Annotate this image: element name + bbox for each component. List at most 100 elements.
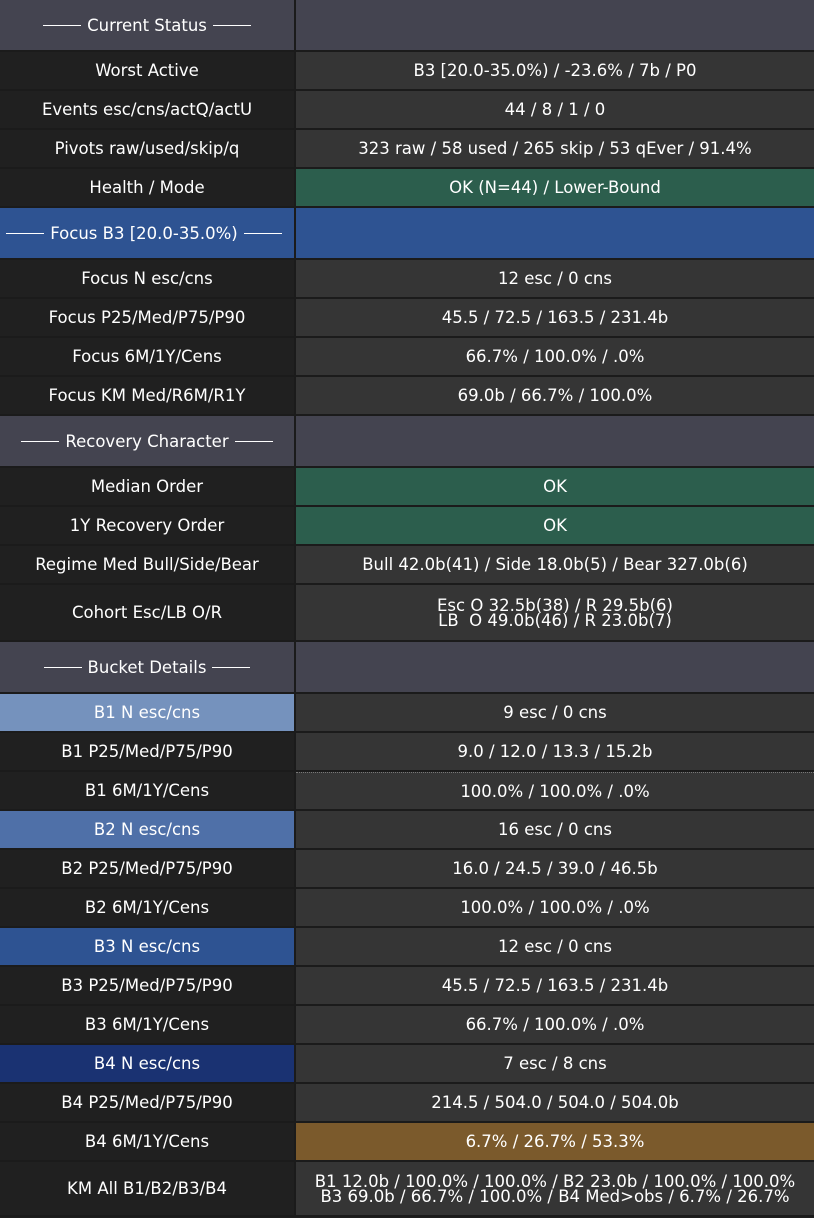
row-label: Focus P25/Med/P75/P90 (0, 299, 296, 336)
row-label: B2 6M/1Y/Cens (0, 889, 296, 926)
table-row: B4 6M/1Y/Cens 6.7% / 26.7% / 53.3% (0, 1123, 814, 1162)
table-row: Focus KM Med/R6M/R1Y 69.0b / 66.7% / 100.… (0, 377, 814, 416)
row-label: B1 N esc/cns (0, 694, 296, 731)
table-row: B1 N esc/cns 9 esc / 0 cns (0, 694, 814, 733)
section-header: Bucket Details (0, 642, 814, 694)
row-label: B3 P25/Med/P75/P90 (0, 967, 296, 1004)
table-row: B1 P25/Med/P75/P90 9.0 / 12.0 / 13.3 / 15… (0, 733, 814, 772)
section-title-text: Current Status (87, 15, 207, 35)
row-label: B3 N esc/cns (0, 928, 296, 965)
row-value-line: B3 69.0b / 66.7% / 100.0% / B4 Med>obs /… (320, 1186, 790, 1206)
header-rule (21, 440, 60, 442)
header-rule (234, 440, 273, 442)
table-row: Regime Med Bull/Side/Bear Bull 42.0b(41) … (0, 546, 814, 585)
header-rule (43, 666, 82, 668)
table-row: Focus P25/Med/P75/P90 45.5 / 72.5 / 163.5… (0, 299, 814, 338)
section-header: Current Status (0, 0, 814, 52)
row-value: OK (N=44) / Lower-Bound (296, 169, 814, 206)
row-value-line: LB O 49.0b(46) / R 23.0b(7) (438, 610, 672, 630)
table-row: B3 6M/1Y/Cens 66.7% / 100.0% / .0% (0, 1006, 814, 1045)
header-rule (6, 232, 45, 234)
row-label: B2 P25/Med/P75/P90 (0, 850, 296, 887)
row-value: 12 esc / 0 cns (296, 928, 814, 965)
table-row: B4 N esc/cns 7 esc / 8 cns (0, 1045, 814, 1084)
row-value: OK (296, 468, 814, 505)
row-value: OK (296, 507, 814, 544)
row-label: Focus N esc/cns (0, 260, 296, 297)
row-label: Events esc/cns/actQ/actU (0, 91, 296, 128)
row-value: 66.7% / 100.0% / .0% (296, 338, 814, 375)
row-value: 12 esc / 0 cns (296, 260, 814, 297)
row-value: 45.5 / 72.5 / 163.5 / 231.4b (296, 299, 814, 336)
table-row: Health / Mode OK (N=44) / Lower-Bound (0, 169, 814, 208)
table-row: B3 N esc/cns 12 esc / 0 cns (0, 928, 814, 967)
row-label: B4 P25/Med/P75/P90 (0, 1084, 296, 1121)
header-rule (243, 232, 282, 234)
header-rule (212, 24, 251, 26)
section-header-fill (296, 416, 814, 466)
row-label: 1Y Recovery Order (0, 507, 296, 544)
row-value: 45.5 / 72.5 / 163.5 / 231.4b (296, 967, 814, 1004)
table-row: Worst Active B3 [20.0-35.0%) / -23.6% / 7… (0, 52, 814, 91)
table-row: Pivots raw/used/skip/q 323 raw / 58 used … (0, 130, 814, 169)
table-row: Events esc/cns/actQ/actU 44 / 8 / 1 / 0 (0, 91, 814, 130)
table-row: B2 P25/Med/P75/P90 16.0 / 24.5 / 39.0 / 4… (0, 850, 814, 889)
table-row: B2 N esc/cns 16 esc / 0 cns (0, 811, 814, 850)
row-label: Worst Active (0, 52, 296, 89)
table-row: B2 6M/1Y/Cens 100.0% / 100.0% / .0% (0, 889, 814, 928)
row-label: KM All B1/B2/B3/B4 (0, 1162, 296, 1215)
table-row: Focus N esc/cns 12 esc / 0 cns (0, 260, 814, 299)
row-value: 66.7% / 100.0% / .0% (296, 1006, 814, 1043)
table-row: Cohort Esc/LB O/R Esc O 32.5b(38) / R 29.… (0, 585, 814, 642)
table-row: Median Order OK (0, 468, 814, 507)
row-label: Pivots raw/used/skip/q (0, 130, 296, 167)
row-label: B1 P25/Med/P75/P90 (0, 733, 296, 770)
row-value: 7 esc / 8 cns (296, 1045, 814, 1082)
row-value-lines: B1 12.0b / 100.0% / 100.0% / B2 23.0b / … (315, 1173, 795, 1206)
table-row: B3 P25/Med/P75/P90 45.5 / 72.5 / 163.5 / … (0, 967, 814, 1006)
section-header-fill (296, 0, 814, 50)
row-label: B2 N esc/cns (0, 811, 296, 848)
row-value: 9.0 / 12.0 / 13.3 / 15.2b (296, 733, 814, 770)
section-header-fill (296, 642, 814, 692)
header-rule (212, 666, 251, 668)
section-title: Current Status (0, 0, 296, 50)
row-label: Cohort Esc/LB O/R (0, 585, 296, 640)
section-title-text: Recovery Character (65, 431, 229, 451)
row-value: 9 esc / 0 cns (296, 694, 814, 731)
row-label: B3 6M/1Y/Cens (0, 1006, 296, 1043)
table-row: Focus 6M/1Y/Cens 66.7% / 100.0% / .0% (0, 338, 814, 377)
table-row: B1 6M/1Y/Cens 100.0% / 100.0% / .0% (0, 772, 814, 811)
section-title: Bucket Details (0, 642, 296, 692)
status-table: Current Status Worst Active B3 [20.0-35.0%… (0, 0, 814, 1217)
section-title-text: Bucket Details (87, 657, 207, 677)
row-label: Health / Mode (0, 169, 296, 206)
row-value: 16 esc / 0 cns (296, 811, 814, 848)
row-label: Regime Med Bull/Side/Bear (0, 546, 296, 583)
row-label: B4 N esc/cns (0, 1045, 296, 1082)
row-value: Bull 42.0b(41) / Side 18.0b(5) / Bear 32… (296, 546, 814, 583)
row-label: B4 6M/1Y/Cens (0, 1123, 296, 1160)
row-label: B1 6M/1Y/Cens (0, 772, 296, 809)
section-header-fill (296, 208, 814, 258)
row-value: 100.0% / 100.0% / .0% (296, 889, 814, 926)
row-value: 214.5 / 504.0 / 504.0 / 504.0b (296, 1084, 814, 1121)
row-label: Focus KM Med/R6M/R1Y (0, 377, 296, 414)
row-label: Median Order (0, 468, 296, 505)
row-value: 323 raw / 58 used / 265 skip / 53 qEver … (296, 130, 814, 167)
section-title: Recovery Character (0, 416, 296, 466)
row-value: 16.0 / 24.5 / 39.0 / 46.5b (296, 850, 814, 887)
row-value: B3 [20.0-35.0%) / -23.6% / 7b / P0 (296, 52, 814, 89)
row-value: 6.7% / 26.7% / 53.3% (296, 1123, 814, 1160)
row-value: 100.0% / 100.0% / .0% (296, 772, 814, 809)
section-header: Recovery Character (0, 416, 814, 468)
row-value: B1 12.0b / 100.0% / 100.0% / B2 23.0b / … (296, 1162, 814, 1215)
row-value: 44 / 8 / 1 / 0 (296, 91, 814, 128)
section-header: Focus B3 [20.0-35.0%) (0, 208, 814, 260)
row-label: Focus 6M/1Y/Cens (0, 338, 296, 375)
section-title-text: Focus B3 [20.0-35.0%) (50, 223, 238, 243)
table-row: KM All B1/B2/B3/B4 B1 12.0b / 100.0% / 10… (0, 1162, 814, 1217)
row-value: Esc O 32.5b(38) / R 29.5b(6) LB O 49.0b(4… (296, 585, 814, 640)
section-title: Focus B3 [20.0-35.0%) (0, 208, 296, 258)
row-value: 69.0b / 66.7% / 100.0% (296, 377, 814, 414)
